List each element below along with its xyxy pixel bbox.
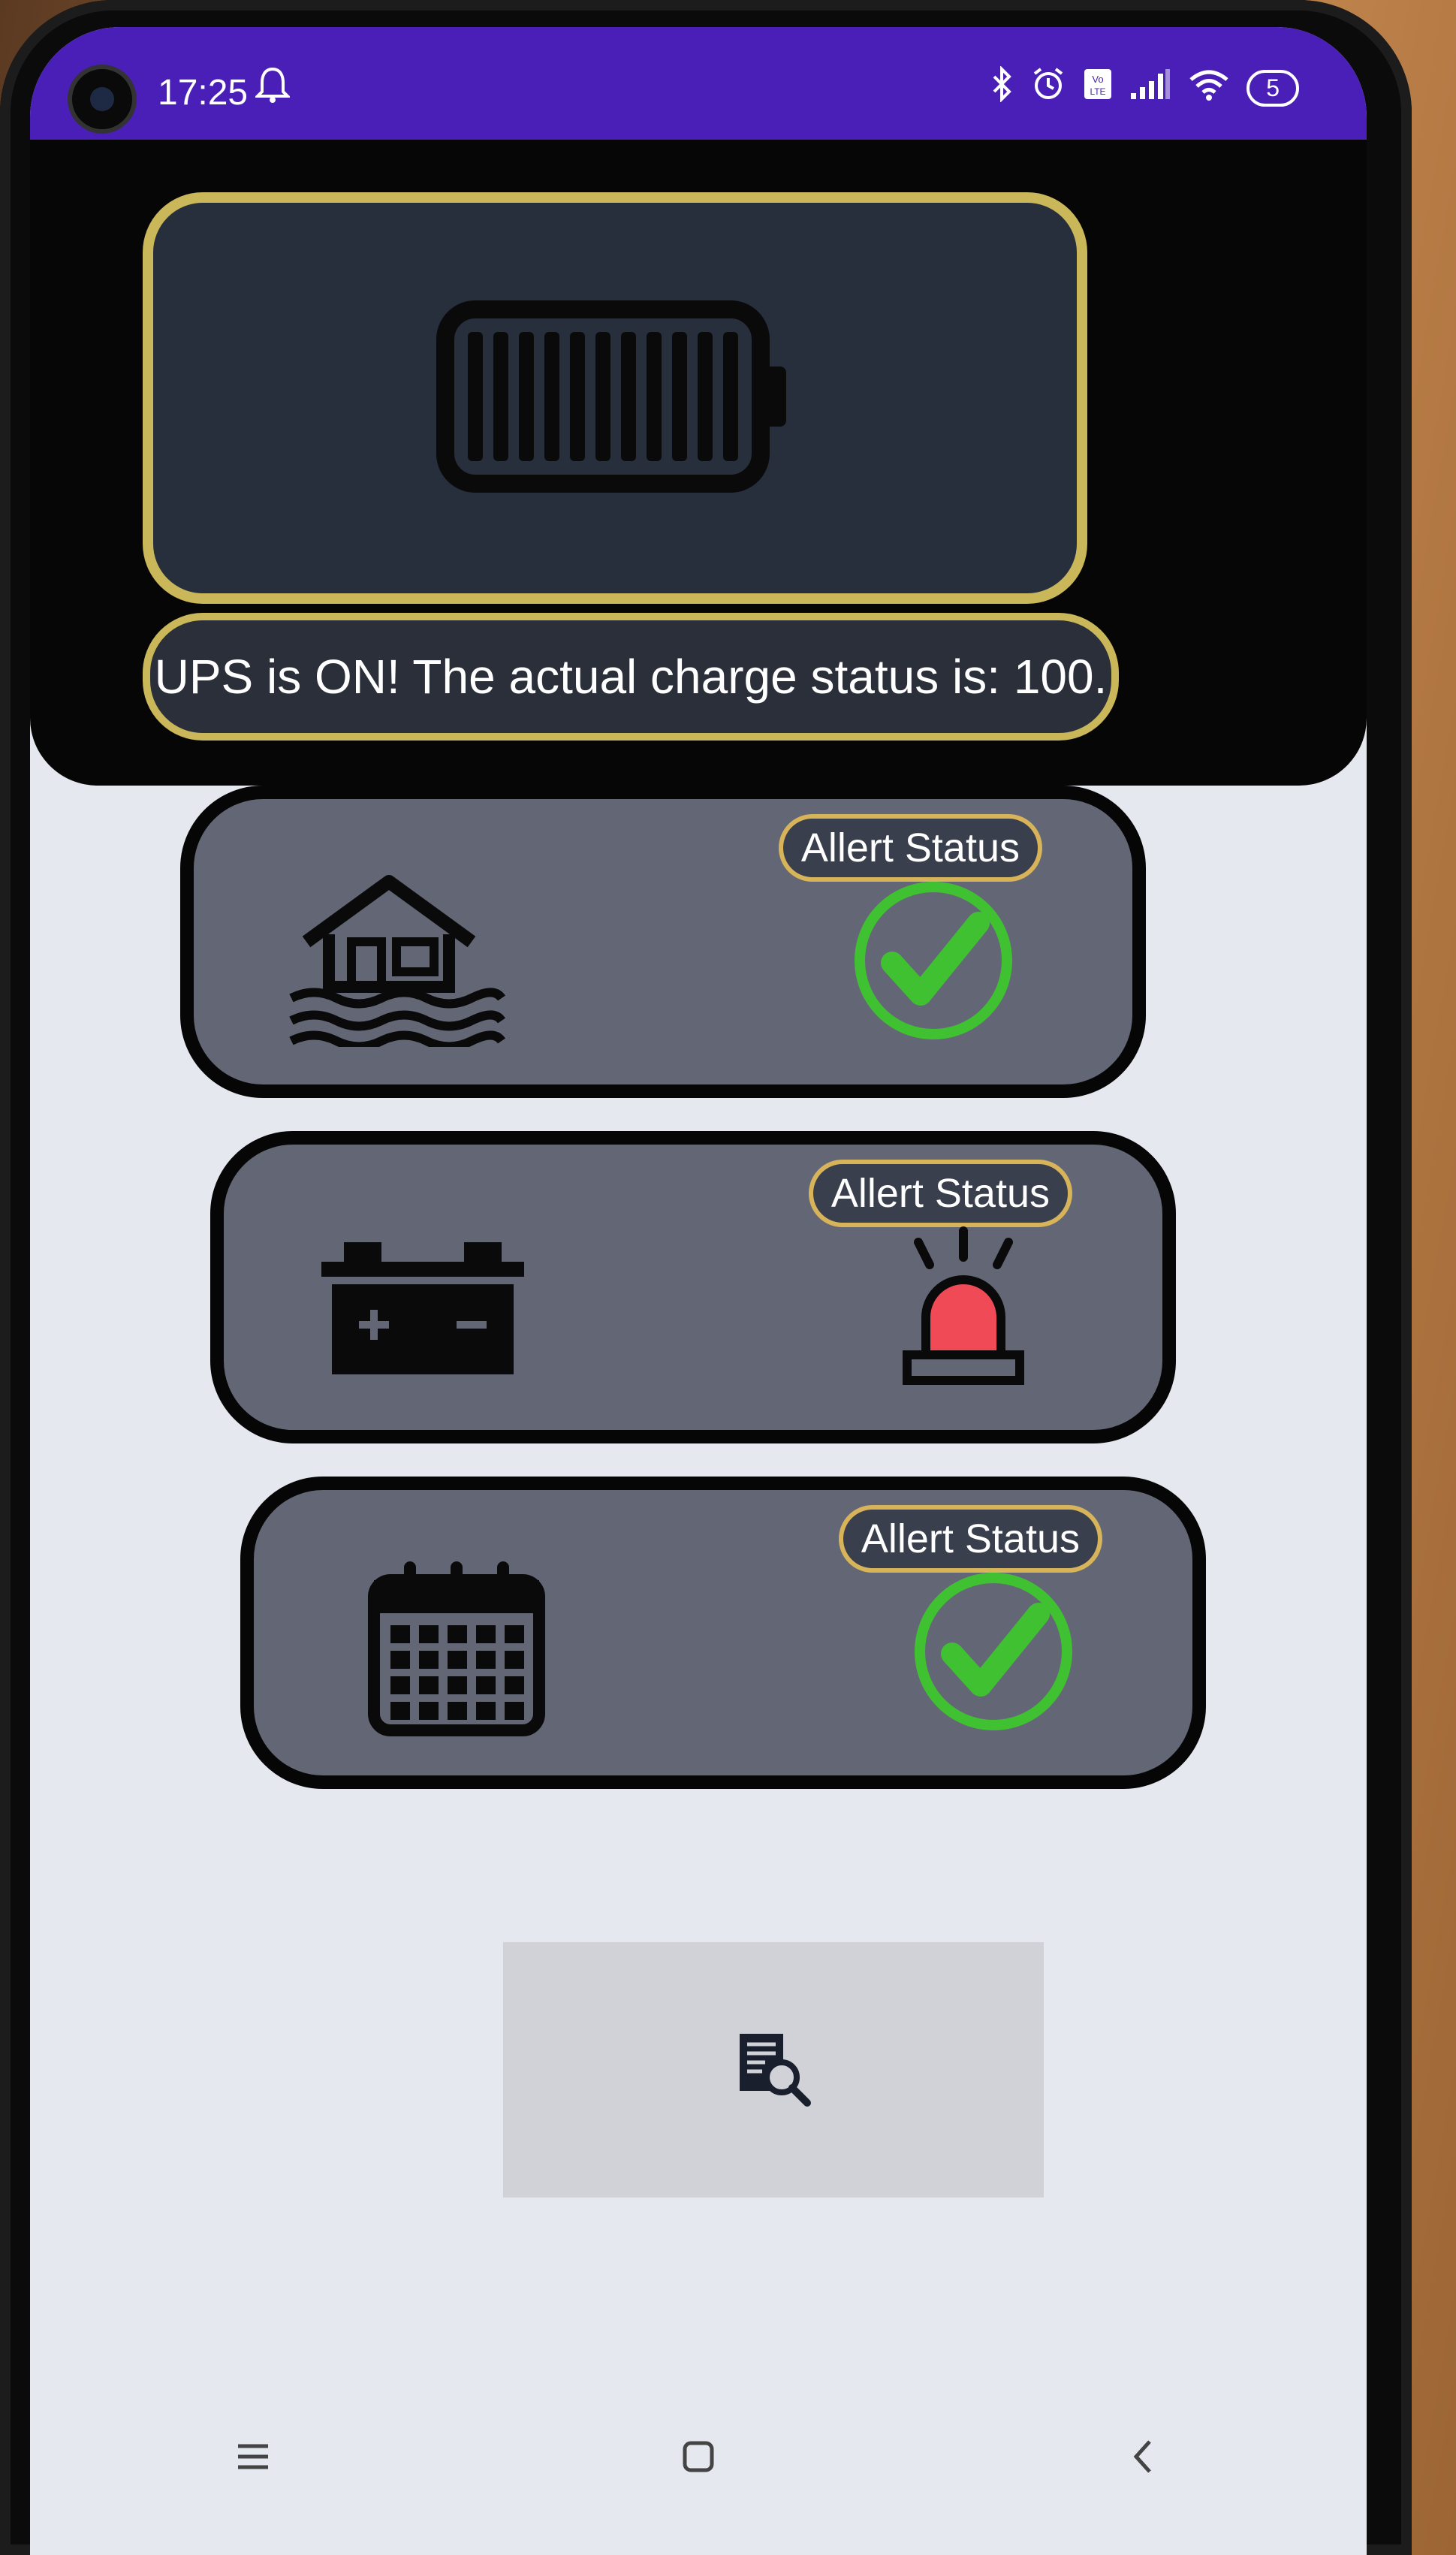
alert-card-flood[interactable]: Allert Status [180, 786, 1146, 1098]
bluetooth-icon [991, 65, 1014, 110]
alert-card-battery[interactable]: Allert Status [210, 1131, 1176, 1443]
battery-bar [698, 331, 713, 461]
svg-text:Vo: Vo [1093, 74, 1104, 85]
wifi-icon [1188, 68, 1230, 109]
calendar-day-cell [448, 1676, 467, 1694]
calendar-day-cell [505, 1676, 524, 1694]
ups-status-text: UPS is ON! The actual charge status is: … [143, 613, 1119, 741]
calendar-day-cell [390, 1651, 410, 1669]
calendar-day-cell [419, 1651, 439, 1669]
calendar-day-cell [448, 1651, 467, 1669]
battery-bar [723, 331, 738, 461]
battery-bar [468, 331, 483, 461]
battery-bar [519, 331, 534, 461]
battery-bar [647, 331, 662, 461]
battery-charge-bars [468, 331, 738, 461]
app-screen: 17:25 Vo LTE 5 UPS is ON! The actual cha… [30, 27, 1367, 2555]
calendar-day-cell [505, 1702, 524, 1720]
calendar-day-cell [390, 1676, 410, 1694]
calendar-day-cell [419, 1676, 439, 1694]
calendar-day-cell [390, 1625, 410, 1643]
battery-bar [493, 331, 508, 461]
front-camera [68, 65, 137, 134]
alarm-icon [1030, 66, 1066, 110]
calendar-day-cell [419, 1625, 439, 1643]
calendar-day-cell [505, 1625, 524, 1643]
battery-card [143, 192, 1087, 604]
battery-bar [570, 331, 585, 461]
svg-text:LTE: LTE [1090, 86, 1106, 97]
calendar-day-cell [476, 1702, 496, 1720]
battery-full-icon [435, 299, 795, 498]
calendar-day-cell [419, 1702, 439, 1720]
battery-bar [544, 331, 559, 461]
calendar-day-cell [476, 1625, 496, 1643]
flood-house-icon [284, 867, 509, 1051]
bell-icon [254, 66, 291, 113]
alert-card-calendar[interactable]: Allert Status [240, 1477, 1206, 1789]
alert-status-label: Allert Status [838, 1505, 1102, 1573]
status-bar: 17:25 Vo LTE 5 [30, 27, 1367, 140]
calendar-day-cell [390, 1702, 410, 1720]
document-search-icon [732, 2028, 815, 2113]
red-siren-icon [877, 1220, 1050, 1392]
calendar-day-cell [476, 1676, 496, 1694]
alert-status-label: Allert Status [778, 814, 1042, 882]
menu-icon[interactable] [231, 2431, 276, 2491]
battery-indicator: 5 [1246, 70, 1299, 107]
green-check-icon [847, 874, 1020, 1047]
phone-frame: 17:25 Vo LTE 5 UPS is ON! The actual cha… [0, 0, 1412, 2555]
calendar-grid [390, 1625, 524, 1720]
alert-status-label: Allert Status [808, 1160, 1072, 1227]
back-chevron-icon[interactable] [1121, 2431, 1166, 2491]
calendar-day-cell [505, 1651, 524, 1669]
volte-icon: Vo LTE [1083, 68, 1113, 109]
car-battery-icon [314, 1212, 539, 1392]
calendar-day-cell [448, 1702, 467, 1720]
signal-icon [1129, 68, 1171, 109]
status-icons: Vo LTE 5 [991, 65, 1299, 110]
battery-bar [672, 331, 687, 461]
home-square-icon[interactable] [676, 2431, 721, 2491]
calendar-icon [344, 1558, 569, 1738]
system-nav-bar [30, 2367, 1367, 2555]
ups-panel: UPS is ON! The actual charge status is: … [30, 140, 1367, 786]
calendar-day-cell [476, 1651, 496, 1669]
report-search-button[interactable] [503, 1942, 1044, 2198]
green-check-icon [907, 1565, 1080, 1738]
battery-bar [595, 331, 610, 461]
battery-bar [621, 331, 636, 461]
status-time: 17:25 [158, 73, 249, 113]
calendar-day-cell [448, 1625, 467, 1643]
